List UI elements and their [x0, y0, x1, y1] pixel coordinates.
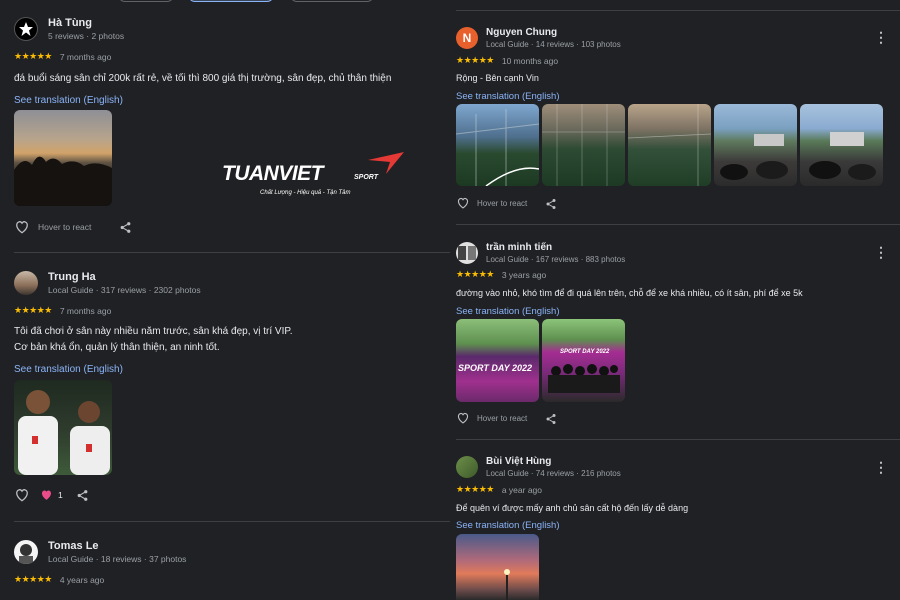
- review-photo[interactable]: SPORT DAY 2022: [542, 319, 625, 402]
- reviewer-name[interactable]: Hà Tùng: [48, 17, 124, 30]
- review-photo[interactable]: [14, 380, 112, 475]
- hover-to-react-label: Hover to react: [477, 198, 528, 208]
- star-rating: ★★★★★: [456, 484, 494, 494]
- more-options-button[interactable]: ⋮: [874, 460, 888, 474]
- avatar[interactable]: [14, 271, 38, 295]
- star-rating: ★★★★★: [456, 55, 494, 65]
- review-time: a year ago: [501, 484, 543, 495]
- brand-name: TUANVIET: [222, 162, 324, 185]
- review-text: Để quên ví được mấy anh chủ sân cất hộ đ…: [456, 503, 689, 513]
- see-translation-link[interactable]: See translation (English): [14, 95, 123, 106]
- avatar[interactable]: [456, 242, 478, 264]
- review-photo[interactable]: [14, 110, 112, 206]
- reaction-count: 1: [58, 490, 63, 500]
- star-rating: ★★★★★: [14, 51, 52, 61]
- review-photo[interactable]: [456, 104, 539, 186]
- avatar-illustration-icon: [19, 544, 33, 564]
- share-icon[interactable]: [119, 221, 132, 234]
- share-icon[interactable]: [545, 413, 557, 425]
- reviewer-meta: Local Guide · 317 reviews · 2302 photos: [48, 285, 201, 296]
- review-time: 10 months ago: [501, 55, 559, 66]
- divider: [456, 439, 900, 440]
- avatar[interactable]: N: [456, 27, 478, 49]
- reviewer-meta: 5 reviews · 2 photos: [48, 31, 125, 42]
- hover-to-react-label: Hover to react: [38, 222, 92, 232]
- more-options-button[interactable]: ⋮: [874, 245, 888, 259]
- review-time: 7 months ago: [59, 51, 112, 62]
- review-time: 3 years ago: [501, 269, 547, 280]
- avatar[interactable]: [14, 17, 38, 41]
- see-translation-link[interactable]: See translation (English): [456, 91, 560, 102]
- brand-logo-watermark: TUANVIET SPORT Chất Lượng - Hiệu quả - T…: [222, 152, 412, 202]
- see-translation-link[interactable]: See translation (English): [456, 306, 560, 317]
- review-time: 7 months ago: [59, 305, 112, 316]
- star-logo-icon: [19, 22, 33, 36]
- review-photo[interactable]: [628, 104, 711, 186]
- avatar-illustration-icon: [458, 246, 476, 260]
- review-photo[interactable]: [800, 104, 883, 186]
- photo-banner-text: SPORT DAY 2022: [458, 363, 533, 373]
- heart-outline-icon[interactable]: [14, 220, 30, 234]
- heart-outline-icon[interactable]: [456, 197, 470, 209]
- reviewer-meta: Local Guide · 18 reviews · 37 photos: [48, 554, 187, 565]
- reviewer-name[interactable]: trần minh tiến: [486, 242, 625, 254]
- review-photo[interactable]: [714, 104, 797, 186]
- avatar[interactable]: [14, 540, 38, 564]
- star-rating: ★★★★★: [456, 269, 494, 279]
- review-photo[interactable]: [542, 104, 625, 186]
- reviewer-name[interactable]: Bùi Việt Hùng: [486, 456, 621, 468]
- star-rating: ★★★★★: [14, 574, 52, 584]
- brand-suffix: SPORT: [354, 174, 378, 181]
- avatar[interactable]: [456, 456, 478, 478]
- divider: [14, 521, 450, 522]
- filter-chip[interactable]: [118, 0, 174, 2]
- swoosh-icon: [368, 152, 404, 174]
- review-text: đường vào nhỏ, khó tìm để đi quá lên trê…: [456, 288, 803, 298]
- reviewer-meta: Local Guide · 167 reviews · 883 photos: [486, 255, 626, 264]
- brand-tagline: Chất Lượng - Hiệu quả - Tận Tâm: [260, 190, 351, 196]
- more-options-button[interactable]: ⋮: [874, 30, 888, 44]
- review-photo[interactable]: [456, 534, 539, 600]
- heart-filled-icon[interactable]: [40, 489, 53, 501]
- review-photo[interactable]: SPORT DAY 2022: [456, 319, 539, 402]
- share-icon[interactable]: [545, 198, 557, 210]
- star-rating: ★★★★★: [14, 305, 52, 315]
- reviewer-name[interactable]: Nguyen Chung: [486, 27, 621, 39]
- see-translation-link[interactable]: See translation (English): [14, 364, 123, 375]
- divider: [456, 10, 900, 11]
- share-icon[interactable]: [76, 489, 89, 502]
- review-text: Tôi đã chơi ở sân này nhiều năm trước, s…: [14, 326, 293, 353]
- filter-chip-selected[interactable]: [188, 0, 274, 2]
- divider: [456, 224, 900, 225]
- reviewer-name[interactable]: Trung Ha: [48, 271, 201, 284]
- heart-outline-icon[interactable]: [456, 412, 470, 424]
- hover-to-react-label: Hover to react: [477, 413, 528, 423]
- filter-chip[interactable]: [290, 0, 374, 2]
- heart-outline-icon[interactable]: [14, 488, 30, 502]
- review-time: 4 years ago: [59, 574, 105, 585]
- reviewer-meta: Local Guide · 74 reviews · 216 photos: [486, 469, 621, 478]
- reviewer-meta: Local Guide · 14 reviews · 103 photos: [486, 40, 621, 49]
- reviewer-name[interactable]: Tomas Le: [48, 540, 186, 553]
- see-translation-link[interactable]: See translation (English): [456, 520, 560, 531]
- divider: [14, 252, 450, 253]
- review-text: đá buổi sáng sân chỉ 200k rất rẻ, về tối…: [14, 73, 392, 84]
- review-text: Rộng - Bên cạnh Vin: [456, 73, 539, 83]
